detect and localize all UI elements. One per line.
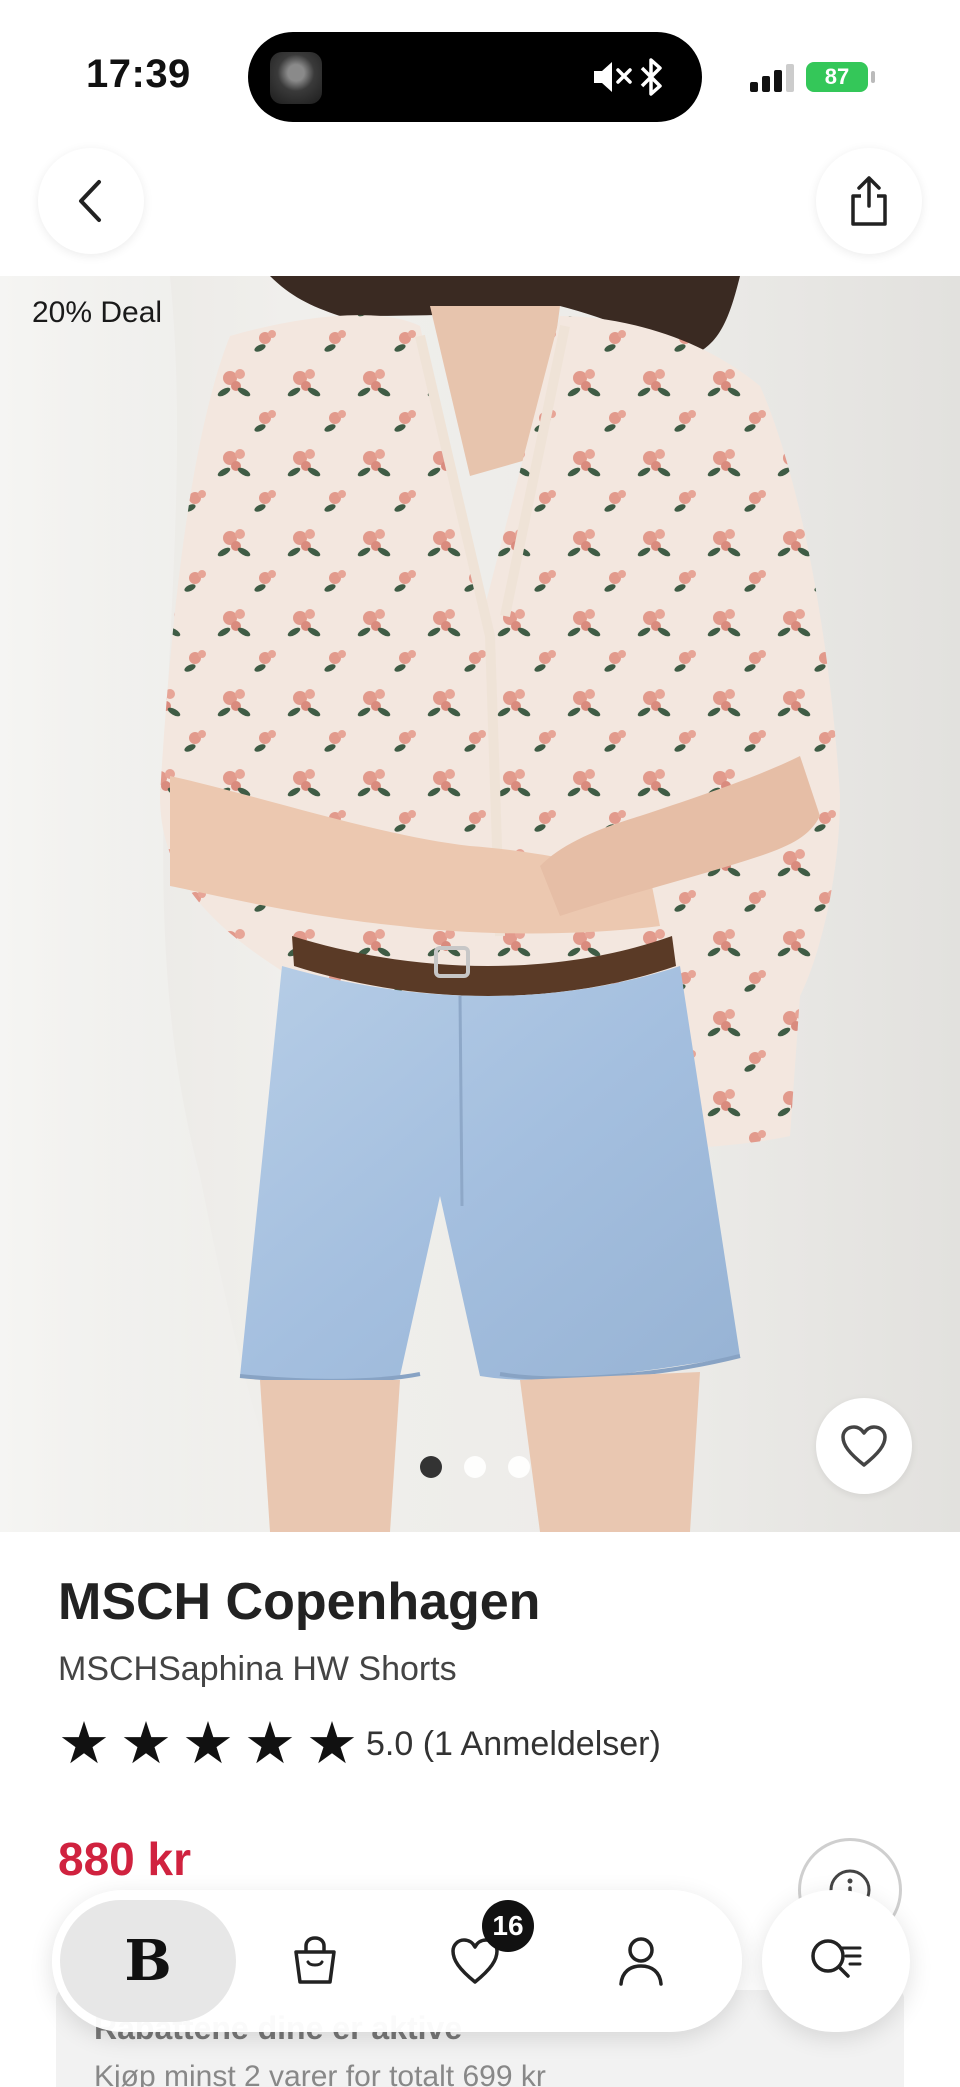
battery-indicator: 87 — [806, 62, 875, 92]
shopping-bag-icon — [294, 1936, 336, 1984]
star-icon: ★ — [58, 1711, 110, 1776]
island-status-icons — [590, 56, 674, 108]
star-icon: ★ — [244, 1711, 296, 1776]
chevron-left-icon — [79, 180, 101, 222]
nav-favorites[interactable]: 16 — [420, 1900, 534, 2016]
nav-shopping-bag[interactable] — [260, 1906, 370, 2016]
user-icon — [619, 1937, 663, 1986]
favorite-button[interactable] — [816, 1398, 912, 1494]
product-image-carousel[interactable]: 20% Deal — [0, 276, 960, 1532]
star-icon: ★ — [306, 1711, 358, 1776]
nav-account[interactable] — [586, 1906, 696, 2016]
rating-stars: ★ ★ ★ ★ ★ — [58, 1711, 358, 1776]
home-logo: B — [124, 1928, 172, 1994]
star-icon: ★ — [120, 1711, 172, 1776]
star-icon: ★ — [182, 1711, 234, 1776]
product-brand[interactable]: MSCH Copenhagen — [58, 1572, 540, 1632]
product-price: 880 kr — [58, 1833, 192, 1885]
dynamic-island — [248, 32, 702, 122]
rating-row[interactable]: ★ ★ ★ ★ ★ 5.0 (1 Anmeldelser) — [58, 1711, 661, 1776]
share-button[interactable] — [816, 148, 922, 254]
favorites-count-badge: 16 — [482, 1900, 534, 1952]
now-playing-thumbnail — [270, 52, 322, 104]
heart-icon — [841, 1425, 887, 1467]
carousel-dot[interactable] — [420, 1456, 442, 1478]
share-icon — [851, 176, 887, 226]
product-name: MSCHSaphina HW Shorts — [58, 1650, 457, 1688]
cellular-signal-icon — [750, 60, 800, 92]
search-menu-icon — [811, 1939, 862, 1978]
carousel-dot[interactable] — [464, 1456, 486, 1478]
status-bar: 17:39 87 — [0, 0, 960, 150]
deal-tag: 20% Deal — [32, 296, 163, 329]
carousel-indicator — [420, 1456, 530, 1478]
product-photo — [0, 276, 840, 1532]
back-button[interactable] — [38, 148, 144, 254]
rating-text: 5.0 (1 Anmeldelser) — [366, 1724, 661, 1763]
discount-banner-subtitle: Kjøp minst 2 varer for totalt 699 kr — [94, 2060, 546, 2087]
nav-home[interactable]: B — [60, 1900, 236, 2022]
mute-bluetooth-icon — [594, 58, 662, 96]
status-time: 17:39 — [86, 52, 191, 96]
bottom-nav: B 16 — [52, 1890, 742, 2032]
carousel-dot[interactable] — [508, 1456, 530, 1478]
search-button[interactable] — [762, 1890, 910, 2032]
